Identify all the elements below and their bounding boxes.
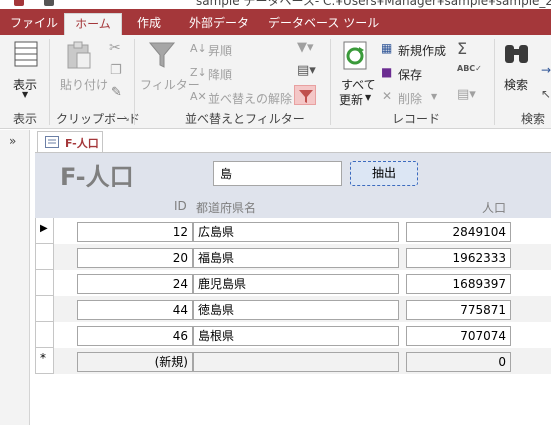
population-field[interactable]: 2849104 — [406, 222, 511, 242]
new-record-row: * (新規) 0 — [35, 348, 551, 374]
tab-database-tools[interactable]: データベース ツール — [264, 13, 383, 35]
divider — [134, 39, 135, 125]
record-selector[interactable] — [35, 322, 54, 348]
divider — [49, 39, 50, 125]
document-tab-label: F-人口 — [65, 137, 99, 150]
goto-icon[interactable]: → — [541, 63, 551, 77]
datasheet-view-icon — [14, 41, 38, 67]
column-header-id: ID — [174, 199, 187, 213]
new-record-button[interactable]: 新規作成 — [398, 42, 446, 59]
group-label-sort-filter: 並べ替えとフィルター — [185, 112, 305, 126]
extract-button[interactable]: 抽出 — [350, 161, 418, 186]
filter-icon — [299, 90, 313, 103]
advanced-filter-icon[interactable]: ▤▾ — [297, 63, 316, 78]
tab-file[interactable]: ファイル — [6, 13, 62, 35]
ribbon: 表示 ▼ 表示 貼り付け ✂ ❐ ✎ クリップボード ↘ フィルター A↓ 昇順… — [0, 35, 551, 129]
totals-icon[interactable]: Σ — [457, 39, 467, 58]
title-bar: sample データベース- C:¥Users¥Manager¥sample¥s… — [0, 0, 551, 9]
divider — [494, 39, 495, 125]
format-painter-icon[interactable]: ✎ — [111, 85, 122, 100]
form-title: F-人口 — [60, 163, 134, 191]
table-row: 24 鹿児島県 1689397 — [35, 270, 551, 296]
selection-filter-icon[interactable]: ▼▾ — [297, 40, 314, 55]
record-selector[interactable]: * — [35, 348, 54, 374]
paste-label: 貼り付け — [60, 78, 109, 92]
sort-descending-icon: Z↓ — [190, 66, 207, 79]
prefecture-field[interactable]: 徳島県 — [193, 300, 399, 320]
toggle-filter-button[interactable] — [294, 85, 316, 105]
record-selector[interactable] — [35, 270, 54, 296]
delete-record-button[interactable]: 削除 — [398, 90, 422, 107]
population-field[interactable]: 1689397 — [406, 274, 511, 294]
id-field[interactable]: 12 — [77, 222, 193, 242]
id-field[interactable]: 20 — [77, 248, 193, 268]
more-records-icon[interactable]: ▤▾ — [457, 87, 476, 102]
id-field[interactable]: 44 — [77, 300, 193, 320]
refresh-icon — [343, 41, 367, 70]
ribbon-tabs: ファイル ホーム 作成 外部データ データベース ツール — [0, 9, 551, 35]
sort-ascending-button[interactable]: 昇順 — [208, 42, 232, 59]
form-icon — [45, 136, 59, 148]
group-label-view: 表示 — [13, 112, 38, 126]
save-record-icon: ■ — [381, 65, 393, 79]
tab-external-data[interactable]: 外部データ — [185, 13, 253, 35]
expand-chevron-icon[interactable]: » — [9, 134, 16, 148]
dialog-launcher-icon[interactable]: ↘ — [123, 114, 130, 123]
tab-home[interactable]: ホーム — [64, 13, 122, 35]
id-field[interactable]: 24 — [77, 274, 193, 294]
binoculars-icon — [505, 45, 528, 63]
divider — [330, 39, 331, 125]
clear-sort-icon: A✕ — [190, 90, 207, 103]
population-field[interactable]: 775871 — [406, 300, 511, 320]
record-selector[interactable] — [35, 244, 54, 270]
prefecture-field[interactable] — [193, 352, 399, 372]
current-record-icon: ▶ — [40, 223, 48, 234]
new-record-asterisk-icon: * — [40, 351, 46, 365]
clear-sort-button[interactable]: 並べ替えの解除 — [208, 90, 292, 107]
save-record-button[interactable]: 保存 — [398, 66, 422, 83]
navigation-pane[interactable]: » — [0, 130, 30, 425]
window-title: sample データベース- C:¥Users¥Manager¥sample¥s… — [196, 0, 551, 8]
access-app-icon — [14, 0, 24, 6]
chevron-down-icon: ▼ — [365, 93, 372, 102]
new-record-icon: ▦ — [381, 41, 393, 55]
table-row: 44 徳島県 775871 — [35, 296, 551, 322]
prefecture-field[interactable]: 福島県 — [193, 248, 399, 268]
id-field[interactable]: (新規) — [77, 352, 193, 372]
detail-section: ▶ 12 広島県 2849104 20 福島県 1962333 24 鹿児島県 … — [35, 218, 551, 375]
paste-icon — [67, 41, 91, 69]
chevron-down-icon: ▼ — [22, 90, 29, 99]
prefecture-field[interactable]: 鹿児島県 — [193, 274, 399, 294]
tab-create[interactable]: 作成 — [133, 13, 165, 35]
delete-icon: ✕ — [382, 89, 393, 103]
column-header-population: 人口 — [482, 201, 507, 215]
sort-ascending-icon: A↓ — [190, 42, 207, 55]
group-label-find: 検索 — [521, 112, 546, 126]
document-tab[interactable]: F-人口 — [37, 131, 103, 152]
population-field[interactable]: 1962333 — [406, 248, 511, 268]
table-row: 46 島根県 707074 — [35, 322, 551, 348]
filter-icon — [148, 42, 176, 68]
record-selector[interactable]: ▶ — [35, 218, 54, 244]
group-label-records: レコード — [392, 112, 441, 126]
chevron-down-icon: ▼ — [431, 92, 438, 101]
prefecture-field[interactable]: 広島県 — [193, 222, 399, 242]
population-field[interactable]: 707074 — [406, 326, 511, 346]
population-field[interactable]: 0 — [406, 352, 511, 372]
select-icon[interactable]: ↖ — [541, 87, 551, 101]
copy-icon[interactable]: ❐ — [110, 63, 122, 78]
find-label: 検索 — [504, 78, 529, 92]
prefecture-field[interactable]: 島根県 — [193, 326, 399, 346]
refresh-all-label-2: 更新 — [339, 93, 364, 107]
id-field[interactable]: 46 — [77, 326, 193, 346]
cut-icon[interactable]: ✂ — [109, 40, 121, 56]
search-input[interactable] — [213, 161, 342, 186]
column-header-prefecture: 都道府県名 — [196, 201, 257, 215]
spelling-icon[interactable]: ABC✓ — [457, 64, 482, 73]
save-icon[interactable] — [44, 0, 54, 6]
sort-descending-button[interactable]: 降順 — [208, 66, 232, 83]
table-row: 20 福島県 1962333 — [35, 244, 551, 270]
table-row: ▶ 12 広島県 2849104 — [35, 218, 551, 244]
record-selector[interactable] — [35, 296, 54, 322]
